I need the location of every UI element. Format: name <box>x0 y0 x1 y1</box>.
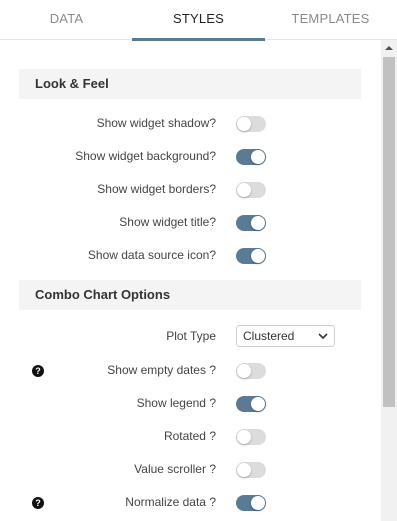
toggle-knob <box>251 249 265 263</box>
help-icon[interactable]: ? <box>32 365 44 377</box>
toggle-knob <box>237 183 251 197</box>
option-label: Show legend ? <box>136 396 216 410</box>
chevron-down-icon <box>318 333 328 340</box>
section-title: Look & Feel <box>35 76 109 91</box>
tab-bar: DATA STYLES TEMPLATES <box>0 0 397 41</box>
show-legend-toggle[interactable] <box>236 396 266 412</box>
data-source-icon-toggle[interactable] <box>236 248 266 264</box>
option-label: Show widget title? <box>119 215 216 229</box>
option-row-plot-type: Plot Type Clustered <box>0 325 381 349</box>
option-row-normalize-data: ? Normalize data ? <box>0 491 381 515</box>
plot-type-select[interactable]: Clustered <box>236 325 335 347</box>
option-label: Show data source icon? <box>87 248 216 262</box>
tab-styles-label: STYLES <box>172 11 225 26</box>
scrollbar-thumb[interactable] <box>383 57 395 407</box>
option-label: Show widget borders? <box>97 182 216 196</box>
widget-shadow-toggle[interactable] <box>236 116 266 132</box>
toggle-knob <box>251 397 265 411</box>
option-row-value-scroller: Value scroller ? <box>0 458 381 482</box>
section-title: Combo Chart Options <box>35 287 171 302</box>
toggle-knob <box>237 463 251 477</box>
section-look-feel-header: Look & Feel <box>19 69 361 99</box>
tab-data[interactable]: DATA <box>0 0 133 40</box>
vertical-scrollbar[interactable] <box>381 40 397 521</box>
widget-borders-toggle[interactable] <box>236 182 266 198</box>
option-row-widget-borders: Show widget borders? <box>0 178 381 202</box>
option-label: Rotated ? <box>163 429 216 443</box>
toggle-knob <box>237 430 251 444</box>
plot-type-value: Clustered <box>243 329 295 343</box>
styles-panel: Look & Feel Show widget shadow? Show wid… <box>0 40 381 521</box>
normalize-data-toggle[interactable] <box>236 495 266 511</box>
toggle-knob <box>237 364 251 378</box>
toggle-knob <box>251 216 265 230</box>
option-label: Value scroller ? <box>134 462 216 476</box>
option-label: Plot Type <box>166 329 216 343</box>
option-row-show-legend: Show legend ? <box>0 392 381 416</box>
option-row-data-source-icon: Show data source icon? <box>0 244 381 268</box>
option-row-widget-title: Show widget title? <box>0 211 381 235</box>
option-row-show-empty-dates: ? Show empty dates ? <box>0 359 381 383</box>
option-label: Show widget shadow? <box>96 116 216 130</box>
option-row-rotated: Rotated ? <box>0 425 381 449</box>
value-scroller-toggle[interactable] <box>236 462 266 478</box>
widget-title-toggle[interactable] <box>236 215 266 231</box>
help-icon[interactable]: ? <box>32 497 44 509</box>
toggle-knob <box>251 496 265 510</box>
tab-data-label: DATA <box>49 11 84 26</box>
show-empty-dates-toggle[interactable] <box>236 363 266 379</box>
option-label: Show widget background? <box>75 149 216 163</box>
toggle-knob <box>251 150 265 164</box>
option-label: Show empty dates ? <box>107 363 216 377</box>
tab-templates-label: TEMPLATES <box>291 11 370 26</box>
rotated-toggle[interactable] <box>236 429 266 445</box>
widget-background-toggle[interactable] <box>236 149 266 165</box>
toggle-knob <box>237 117 251 131</box>
option-row-widget-shadow: Show widget shadow? <box>0 112 381 136</box>
tab-templates[interactable]: TEMPLATES <box>264 0 397 40</box>
tab-styles[interactable]: STYLES <box>132 0 265 41</box>
option-row-widget-background: Show widget background? <box>0 145 381 169</box>
scroll-up-arrow-icon[interactable] <box>381 43 397 53</box>
option-label: Normalize data ? <box>125 495 216 509</box>
section-combo-chart-header: Combo Chart Options <box>19 280 361 310</box>
